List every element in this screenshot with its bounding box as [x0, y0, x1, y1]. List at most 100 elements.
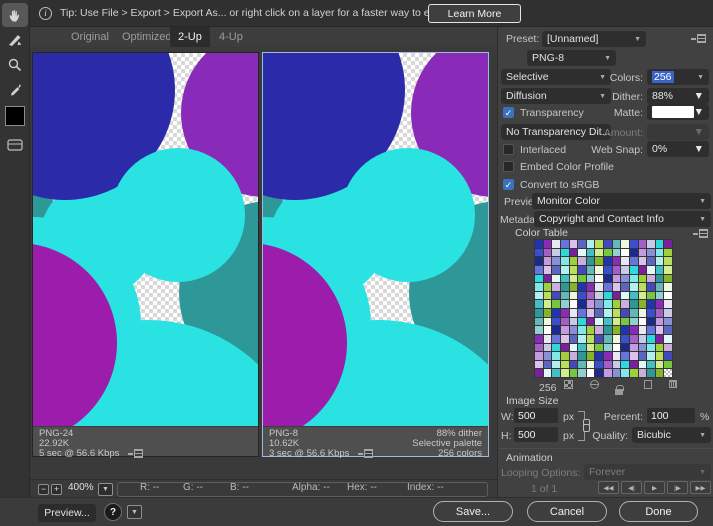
color-swatch[interactable] — [621, 326, 629, 334]
color-swatch[interactable] — [612, 352, 621, 360]
color-swatch[interactable] — [569, 291, 578, 300]
color-swatch[interactable] — [664, 240, 672, 248]
color-swatch[interactable] — [578, 309, 586, 317]
color-swatch[interactable] — [569, 326, 578, 334]
colors-field[interactable]: 256 ▼ — [647, 69, 709, 85]
color-swatch[interactable] — [612, 274, 621, 283]
embed-color-profile-checkbox[interactable] — [503, 161, 514, 172]
panel-menu-icon[interactable] — [128, 449, 144, 458]
color-swatch[interactable] — [664, 265, 672, 274]
transparency-checkbox[interactable]: ✓ — [503, 107, 514, 118]
color-swatch[interactable] — [578, 274, 586, 283]
color-swatch[interactable] — [552, 283, 560, 291]
color-swatch[interactable] — [612, 360, 621, 369]
color-swatch[interactable] — [647, 334, 655, 343]
color-swatch[interactable] — [655, 300, 664, 308]
color-swatch[interactable] — [543, 326, 552, 334]
color-swatch[interactable] — [543, 291, 552, 300]
color-swatch[interactable] — [595, 265, 603, 274]
color-swatch[interactable] — [595, 309, 603, 317]
toggle-slices-visibility[interactable] — [2, 133, 28, 157]
color-swatch[interactable] — [543, 334, 552, 343]
color-swatch[interactable] — [552, 257, 560, 265]
color-swatch[interactable] — [569, 369, 578, 377]
color-swatch[interactable] — [647, 291, 655, 300]
zoom-in-button[interactable]: + — [51, 484, 62, 495]
color-swatch[interactable] — [595, 274, 603, 283]
color-swatch[interactable] — [647, 240, 655, 248]
color-swatch[interactable] — [535, 352, 543, 360]
color-swatch[interactable] — [629, 291, 638, 300]
color-swatch[interactable] — [638, 309, 647, 317]
color-swatch[interactable] — [647, 343, 655, 352]
color-swatch[interactable] — [595, 283, 603, 291]
color-swatch[interactable] — [612, 265, 621, 274]
color-swatch[interactable] — [586, 283, 595, 291]
color-swatch[interactable] — [552, 265, 560, 274]
map-transparency-icon[interactable] — [564, 380, 573, 389]
save-button[interactable]: Save... — [433, 501, 513, 522]
color-swatch[interactable] — [560, 300, 569, 308]
color-swatch[interactable] — [621, 274, 629, 283]
color-swatch[interactable] — [595, 300, 603, 308]
color-swatch[interactable] — [535, 309, 543, 317]
next-frame-button[interactable]: |▶ — [667, 481, 688, 494]
color-swatch[interactable] — [586, 265, 595, 274]
eyedropper-color-swatch[interactable] — [5, 106, 25, 126]
color-swatch[interactable] — [604, 317, 612, 326]
dither-field[interactable]: 88% ▼ — [647, 88, 709, 104]
color-swatch[interactable] — [621, 257, 629, 265]
color-swatch[interactable] — [629, 248, 638, 257]
color-swatch[interactable] — [560, 291, 569, 300]
color-swatch[interactable] — [535, 283, 543, 291]
color-swatch[interactable] — [560, 240, 569, 248]
color-swatch[interactable] — [655, 240, 664, 248]
color-swatch[interactable] — [543, 265, 552, 274]
color-swatch[interactable] — [621, 369, 629, 377]
color-swatch[interactable] — [586, 343, 595, 352]
color-swatch[interactable] — [586, 274, 595, 283]
color-swatch[interactable] — [621, 309, 629, 317]
color-swatch[interactable] — [664, 334, 672, 343]
color-swatch[interactable] — [638, 326, 647, 334]
preview-mode-dropdown[interactable]: Monitor Color ▼ — [532, 193, 711, 209]
color-swatch[interactable] — [638, 352, 647, 360]
color-swatch[interactable] — [595, 291, 603, 300]
color-swatch[interactable] — [629, 309, 638, 317]
color-swatch[interactable] — [586, 352, 595, 360]
color-swatch[interactable] — [638, 274, 647, 283]
color-swatch[interactable] — [647, 248, 655, 257]
color-swatch[interactable] — [552, 300, 560, 308]
web-snap-field[interactable]: 0% ▼ — [647, 141, 709, 157]
color-swatch[interactable] — [569, 248, 578, 257]
panel-menu-icon[interactable] — [693, 229, 708, 238]
color-swatch[interactable] — [604, 248, 612, 257]
zoom-level[interactable]: 400% — [68, 482, 94, 493]
color-swatch[interactable] — [560, 334, 569, 343]
color-swatch[interactable] — [560, 309, 569, 317]
web-shift-icon[interactable] — [590, 380, 599, 389]
color-swatch[interactable] — [604, 257, 612, 265]
color-swatch[interactable] — [655, 317, 664, 326]
convert-srgb-checkbox[interactable]: ✓ — [503, 179, 514, 190]
color-swatch[interactable] — [629, 317, 638, 326]
color-swatch[interactable] — [552, 343, 560, 352]
color-swatch[interactable] — [655, 265, 664, 274]
color-swatch[interactable] — [655, 257, 664, 265]
zoom-out-button[interactable]: − — [38, 484, 49, 495]
color-swatch[interactable] — [629, 257, 638, 265]
color-swatch[interactable] — [647, 257, 655, 265]
color-swatch[interactable] — [638, 291, 647, 300]
color-swatch[interactable] — [595, 326, 603, 334]
color-swatch[interactable] — [664, 274, 672, 283]
color-swatch[interactable] — [560, 265, 569, 274]
color-swatch[interactable] — [552, 317, 560, 326]
color-swatch[interactable] — [552, 352, 560, 360]
percent-field[interactable]: 100 — [647, 408, 695, 423]
color-swatch[interactable] — [621, 334, 629, 343]
color-swatch[interactable] — [647, 309, 655, 317]
color-swatch[interactable] — [552, 291, 560, 300]
color-swatch[interactable] — [578, 240, 586, 248]
color-swatch[interactable] — [552, 248, 560, 257]
color-swatch[interactable] — [535, 248, 543, 257]
